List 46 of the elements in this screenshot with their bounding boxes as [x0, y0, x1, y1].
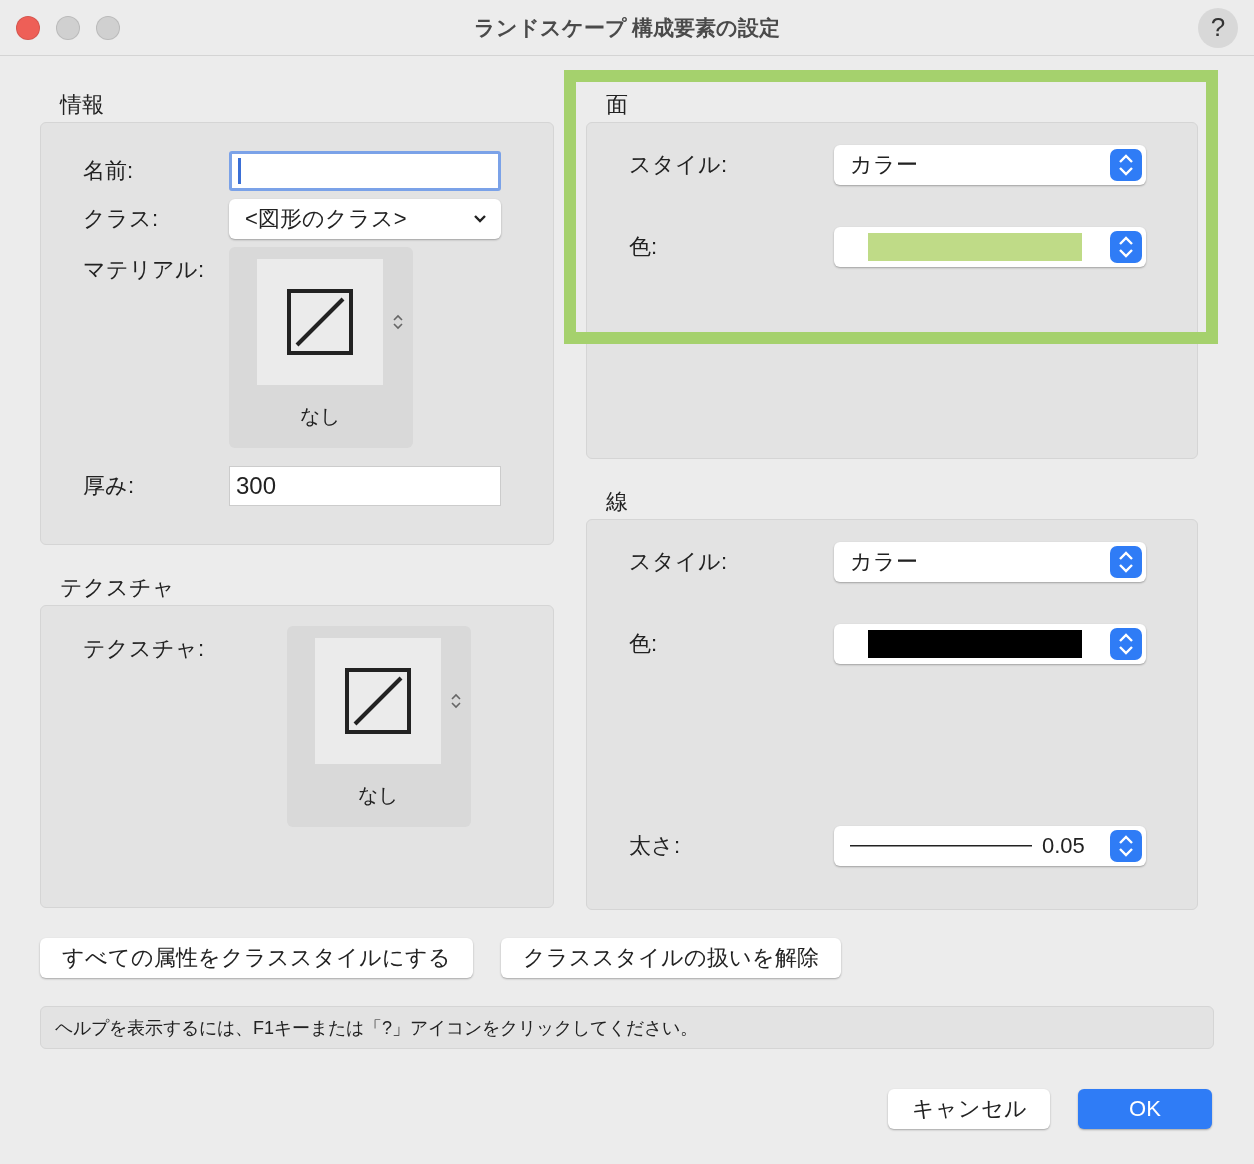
field-label: 太さ:	[629, 832, 682, 860]
thumbnail-chooser[interactable]: なし	[287, 626, 471, 827]
field-label: 色:	[629, 233, 659, 261]
stepper-icon	[1110, 231, 1142, 263]
field-label: 色:	[629, 630, 659, 658]
stepper-icon	[1110, 830, 1142, 862]
cancel-button[interactable]: キャンセル	[888, 1089, 1050, 1129]
stepper-icon	[1110, 546, 1142, 578]
section-heading: 情報	[60, 91, 105, 118]
class-dropdown[interactable]: <図形のクラス>	[229, 199, 501, 239]
ok-button[interactable]: OK	[1078, 1089, 1212, 1129]
no-material-icon	[345, 668, 411, 734]
stepper-icon	[1110, 149, 1142, 181]
line-sample-icon	[850, 845, 1032, 847]
help-message: ヘルプを表示するには、F1キーまたは「?」アイコンをクリックしてください。	[40, 1006, 1214, 1049]
class-style-button[interactable]: すべての属性をクラススタイルにする	[40, 938, 473, 978]
style-dropdown[interactable]: カラー	[834, 145, 1146, 185]
text-cursor	[238, 158, 241, 184]
section-heading: テクスチャ	[60, 574, 176, 601]
section-heading: 線	[606, 488, 629, 515]
no-material-icon	[287, 289, 353, 355]
name-input-field[interactable]	[229, 151, 501, 191]
field-label: マテリアル:	[83, 256, 206, 284]
thumbnail-caption: なし	[358, 783, 398, 808]
field-label: クラス:	[83, 205, 160, 233]
stepper-icon	[1110, 628, 1142, 660]
thickness-input-field[interactable]: 300	[229, 466, 501, 506]
up-down-arrows-icon[interactable]	[392, 313, 404, 331]
field-label: スタイル:	[629, 151, 729, 179]
thumbnail-caption: なし	[300, 404, 340, 429]
color-dropdown[interactable]	[834, 227, 1146, 267]
section-heading: 面	[606, 91, 629, 118]
line-weight-dropdown[interactable]: 0.05	[834, 826, 1146, 866]
thumbnail-chooser[interactable]: なし	[229, 247, 413, 448]
field-label: スタイル:	[629, 548, 729, 576]
up-down-arrows-icon[interactable]	[450, 692, 462, 710]
close-button[interactable]	[16, 15, 40, 40]
color-dropdown[interactable]	[834, 624, 1146, 664]
help-button[interactable]: ?	[1198, 7, 1238, 48]
style-dropdown[interactable]: カラー	[834, 542, 1146, 582]
class-style-button[interactable]: クラススタイルの扱いを解除	[501, 938, 841, 978]
chevron-down-icon	[473, 214, 487, 224]
window-title: ランドスケープ 構成要素の設定	[473, 14, 781, 41]
field-label: 名前:	[83, 157, 135, 185]
field-label: 厚み:	[83, 472, 136, 500]
field-label: テクスチャ:	[83, 635, 206, 663]
